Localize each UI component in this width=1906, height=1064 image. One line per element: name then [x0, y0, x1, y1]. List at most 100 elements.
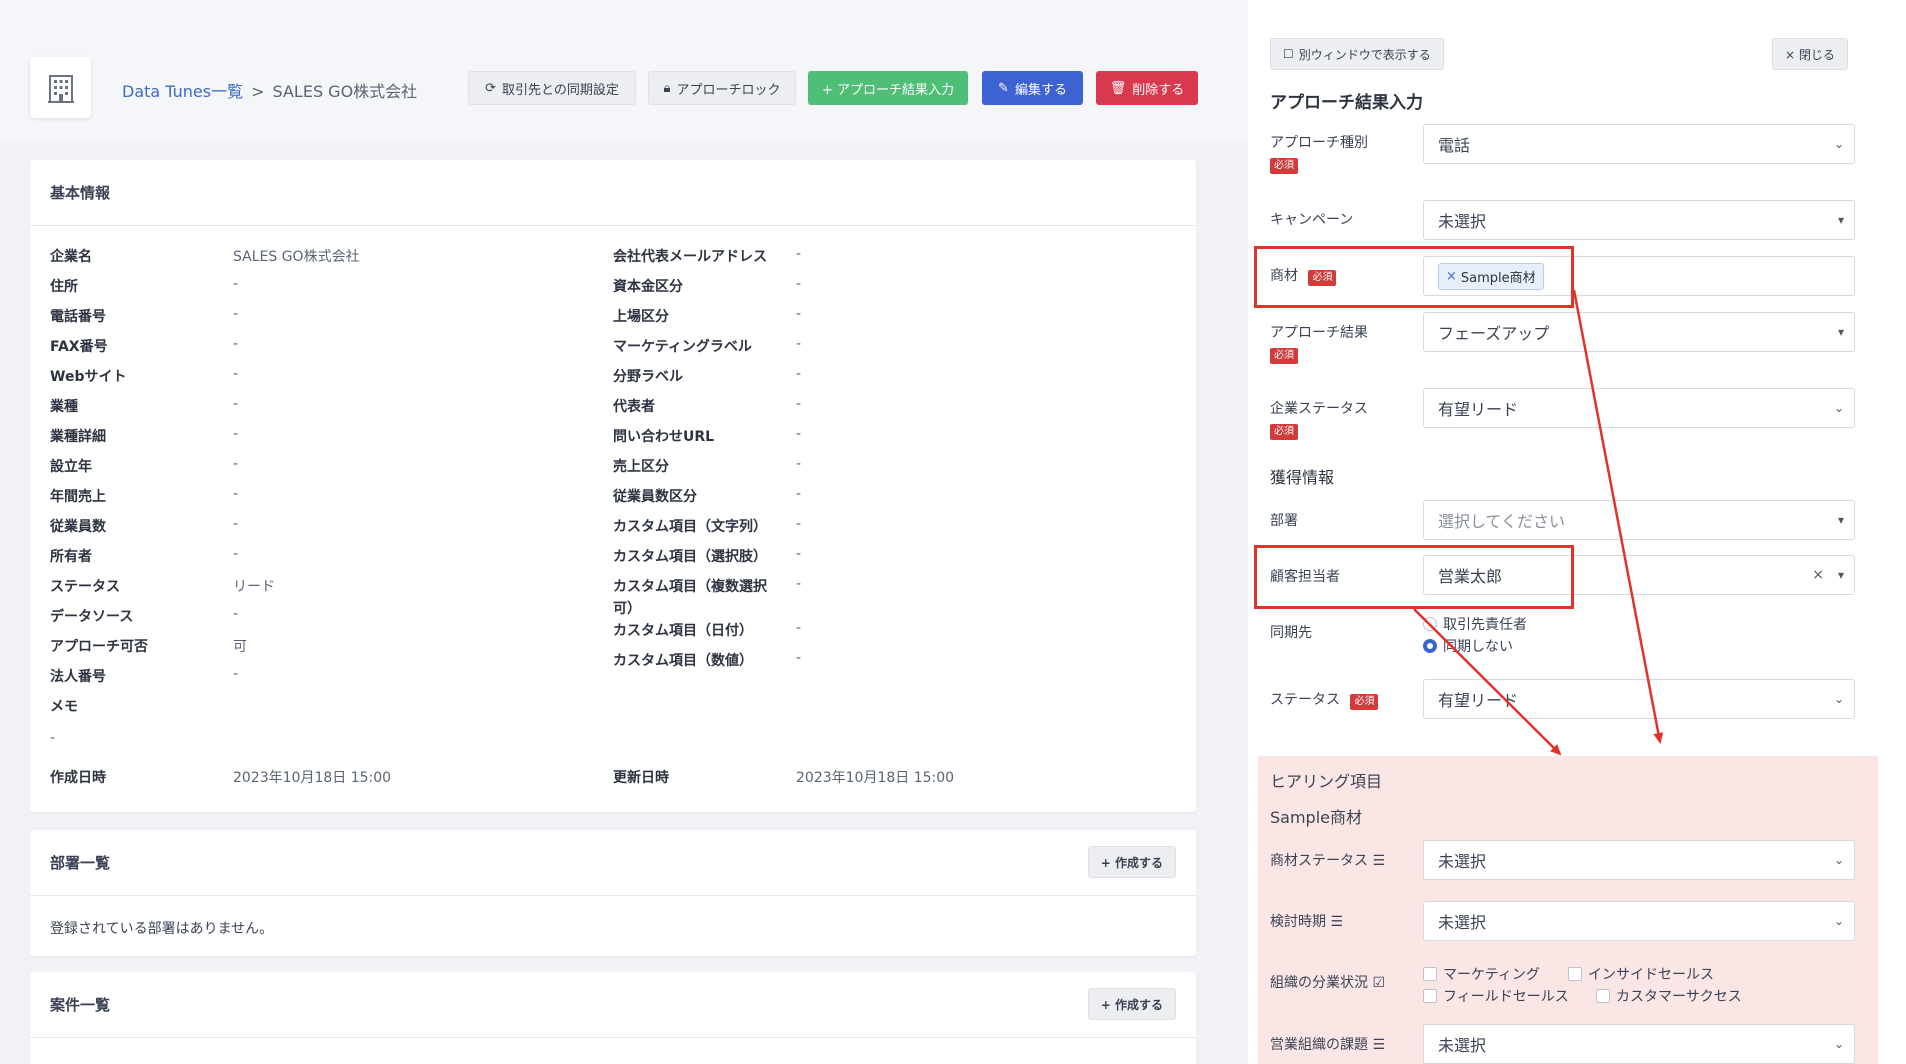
chevron-down-icon: ⌄ — [1833, 853, 1844, 867]
info-value: - — [233, 666, 239, 682]
chevron-down-icon: ⌄ — [1833, 914, 1844, 928]
panel-title: アプローチ結果入力 — [1270, 93, 1423, 113]
close-button[interactable]: × 閉じる — [1772, 38, 1848, 70]
approach-input-button[interactable]: + アプローチ結果入力 — [808, 71, 968, 105]
acquired-info-title: 獲得情報 — [1270, 468, 1335, 487]
lock-icon: 🔒︎ — [663, 80, 671, 96]
sync-option-contact-label: 取引先責任者 — [1443, 617, 1527, 633]
info-label: ステータス — [50, 579, 120, 595]
approach-type-select[interactable]: 電話 ⌄ — [1423, 124, 1855, 164]
info-value: - — [796, 576, 802, 592]
org-option-marketing[interactable]: マーケティング — [1423, 964, 1540, 984]
org-option-field-sales[interactable]: フィールドセールス — [1423, 986, 1569, 1006]
info-label: カスタム項目（数値） — [613, 653, 753, 669]
clear-icon[interactable]: × — [1812, 567, 1824, 583]
open-window-button[interactable]: ☐ 別ウィンドウで表示する — [1270, 38, 1444, 70]
org-option-inside-sales[interactable]: インサイドセールス — [1568, 964, 1714, 984]
company-status-label-text: 企業ステータス — [1270, 401, 1368, 417]
info-label: 年間売上 — [50, 489, 106, 505]
review-label: 検討時期 ☰ — [1270, 911, 1343, 931]
caret-down-icon: ▾ — [1837, 568, 1844, 582]
review-label-text: 検討時期 — [1270, 914, 1326, 930]
list-icon: ☰ — [1372, 1037, 1386, 1053]
create-department-button[interactable]: + 作成する — [1087, 846, 1176, 878]
breadcrumb-link[interactable]: Data Tunes一覧 — [122, 82, 243, 101]
info-value: - — [796, 426, 802, 442]
sync-option-contact[interactable]: 取引先責任者 — [1423, 614, 1527, 634]
issue-label: 営業組織の課題 ☰ — [1270, 1034, 1385, 1054]
hearing-title: ヒアリング項目 — [1270, 772, 1383, 791]
issue-select[interactable]: 未選択 ⌄ — [1423, 1024, 1855, 1064]
material-status-select[interactable]: 未選択 ⌄ — [1423, 840, 1855, 880]
sync-settings-button[interactable]: ⟳ 取引先との同期設定 — [468, 71, 636, 105]
info-label: 資本金区分 — [613, 279, 683, 295]
company-status-label: 企業ステータス 必須 — [1270, 398, 1368, 440]
info-label: 業種 — [50, 399, 78, 415]
sync-option-none-label: 同期しない — [1443, 639, 1513, 655]
sync-settings-label: 取引先との同期設定 — [502, 82, 619, 98]
status-label-text: ステータス — [1270, 692, 1340, 708]
info-value: - — [796, 246, 802, 262]
create-deal-button[interactable]: + 作成する — [1087, 988, 1176, 1020]
info-value: - — [233, 426, 239, 442]
info-label: Webサイト — [50, 369, 127, 385]
caret-down-icon: ▾ — [1837, 325, 1844, 339]
info-value: - — [796, 546, 802, 562]
info-value: - — [233, 306, 239, 322]
info-label: 所有者 — [50, 549, 92, 565]
required-badge: 必須 — [1270, 348, 1298, 364]
required-badge: 必須 — [1270, 158, 1298, 174]
top-bar: Data Tunes一覧 > SALES GO株式会社 ⟳ 取引先との同期設定 🔒︎ ア… — [0, 0, 1248, 140]
org-option-label: マーケティング — [1443, 967, 1540, 983]
approach-lock-button[interactable]: 🔒︎ アプローチロック — [648, 71, 796, 105]
org-option-label: カスタマーサクセス — [1616, 989, 1742, 1005]
company-status-select[interactable]: 有望リード ⌄ — [1423, 388, 1855, 428]
dept-placeholder: 選択してください — [1438, 512, 1566, 531]
dept-select[interactable]: 選択してください ▾ — [1423, 500, 1855, 540]
delete-label: 削除する — [1132, 82, 1185, 98]
info-label: 従業員数区分 — [613, 489, 697, 505]
info-value: - — [796, 620, 802, 636]
departments-card: 部署一覧 + 作成する 登録されている部署はありません。 — [30, 830, 1196, 956]
result-value: フェーズアップ — [1438, 324, 1550, 343]
info-value: - — [233, 366, 239, 382]
info-label: 電話番号 — [50, 309, 106, 325]
edit-button[interactable]: ✎ 編集する — [982, 71, 1083, 105]
dept-label: 部署 — [1270, 513, 1298, 529]
chevron-down-icon: ⌄ — [1833, 1037, 1844, 1051]
info-label: 業種詳細 — [50, 429, 106, 445]
info-label: 会社代表メールアドレス — [613, 249, 767, 265]
approach-lock-label: アプローチロック — [676, 82, 781, 98]
departments-empty-message: 登録されている部署はありません。 — [50, 921, 274, 937]
info-value: - — [233, 456, 239, 472]
issue-value: 未選択 — [1438, 1036, 1487, 1055]
info-label: メモ — [50, 699, 78, 715]
info-value: - — [796, 486, 802, 502]
departments-title: 部署一覧 + 作成する — [30, 830, 1196, 896]
result-label-text: アプローチ結果 — [1270, 325, 1368, 341]
info-value: - — [233, 486, 239, 502]
result-select[interactable]: フェーズアップ ▾ — [1423, 312, 1855, 352]
issue-label-text: 営業組織の課題 — [1270, 1037, 1368, 1053]
review-select[interactable]: 未選択 ⌄ — [1423, 901, 1855, 941]
list-icon: ☰ — [1372, 853, 1386, 869]
hearing-material: Sample商材 — [1270, 808, 1362, 827]
org-option-customer-success[interactable]: カスタマーサクセス — [1596, 986, 1742, 1006]
approach-panel: ☐ 別ウィンドウで表示する × 閉じる アプローチ結果入力 アプローチ種別 必須 … — [1248, 0, 1906, 1064]
sync-option-none[interactable]: 同期しない — [1423, 636, 1513, 656]
info-label: マーケティングラベル — [613, 339, 752, 355]
memo-value: - — [50, 730, 56, 746]
basic-info-card: 基本情報 - 作成日時 2023年10月18日 15:00 更新日時 2023年… — [30, 160, 1196, 812]
campaign-select[interactable]: 未選択 ▾ — [1423, 200, 1855, 240]
delete-button[interactable]: 🗑︎ 削除する — [1096, 71, 1198, 105]
status-select[interactable]: 有望リード ⌄ — [1423, 679, 1855, 719]
contact-highlight-box — [1254, 545, 1574, 609]
info-value: - — [233, 606, 239, 622]
info-label: FAX番号 — [50, 339, 108, 355]
status-value: 有望リード — [1438, 691, 1519, 710]
info-label: 売上区分 — [613, 459, 669, 475]
status-label: ステータス 必須 — [1270, 689, 1379, 710]
required-badge: 必須 — [1350, 694, 1379, 710]
material-status-value: 未選択 — [1438, 852, 1487, 871]
info-label: データソース — [50, 609, 134, 625]
